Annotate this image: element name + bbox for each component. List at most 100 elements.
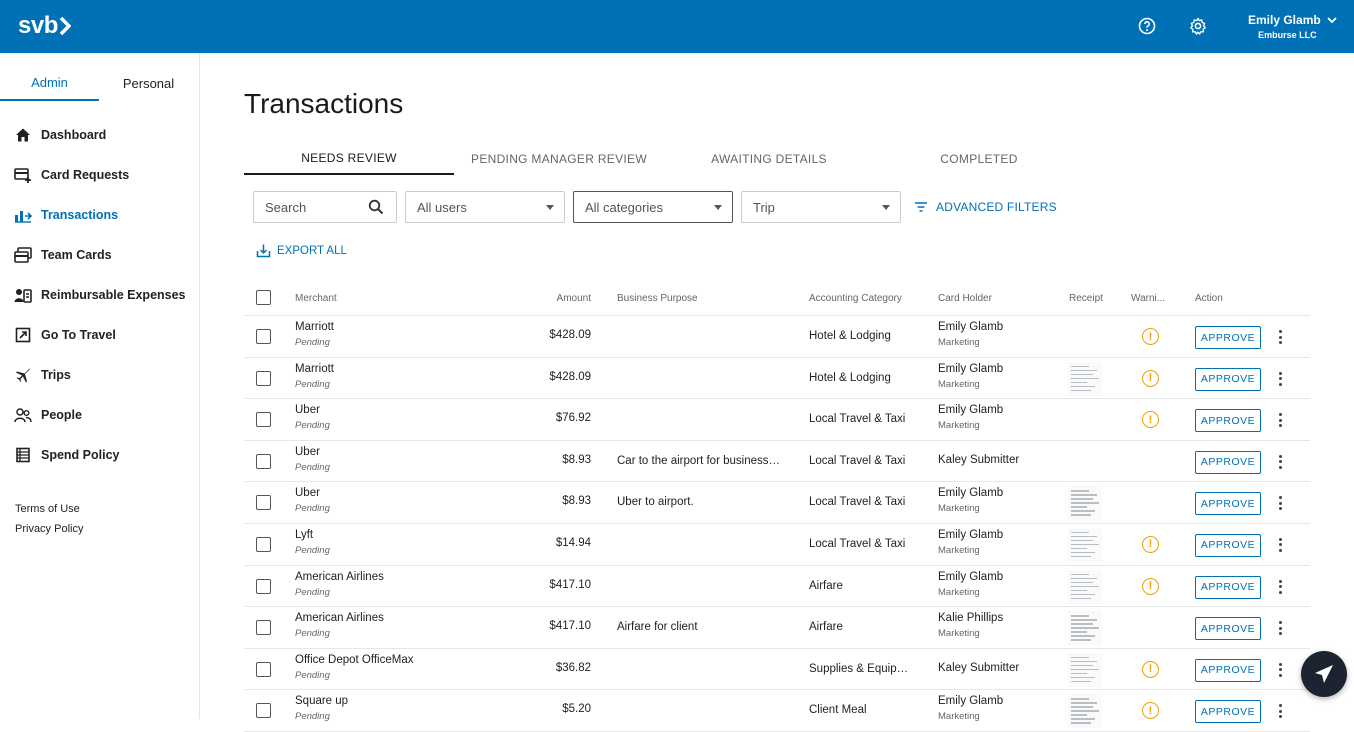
more-options-icon[interactable]: [1274, 703, 1286, 719]
privacy-link[interactable]: Privacy Policy: [15, 523, 199, 535]
more-options-icon[interactable]: [1274, 662, 1286, 678]
receipt-thumbnail[interactable]: [1068, 361, 1102, 396]
chat-launcher-button[interactable]: [1301, 651, 1347, 697]
row-checkbox[interactable]: [256, 412, 271, 428]
tab-pending-manager-review[interactable]: PENDING MANAGER REVIEW: [454, 143, 664, 175]
col-accounting-category[interactable]: Accounting Category: [809, 293, 902, 304]
tab-personal[interactable]: Personal: [99, 53, 198, 101]
table-row[interactable]: American Airlines Pending $417.10 Airfare f…: [244, 607, 1310, 649]
sidebar-item-transactions[interactable]: Transactions: [0, 195, 199, 235]
approve-button[interactable]: APPROVE: [1195, 326, 1261, 349]
table-row[interactable]: Office Depot OfficeMax Pending $36.82 Suppl…: [244, 649, 1310, 691]
approve-button[interactable]: APPROVE: [1195, 617, 1261, 641]
receipt-thumbnail[interactable]: [1068, 652, 1102, 687]
table-row[interactable]: Uber Pending $8.93 Car to the airport for b…: [244, 441, 1310, 483]
sidebar-item-label: Spend Policy: [41, 448, 120, 462]
sidebar-item-reimbursable-expenses[interactable]: Reimbursable Expenses: [0, 275, 199, 315]
sidebar-item-dashboard[interactable]: Dashboard: [0, 115, 199, 155]
row-checkbox[interactable]: [256, 536, 271, 552]
approve-button[interactable]: APPROVE: [1195, 492, 1261, 516]
search-icon[interactable]: [368, 199, 384, 215]
transaction-status: Pending: [295, 420, 330, 432]
sidebar-item-go-to-travel[interactable]: Go To Travel: [0, 315, 199, 355]
table-row[interactable]: Lyft Pending $14.94 Local Travel & Taxi Emil…: [244, 524, 1310, 566]
users-select[interactable]: All users: [405, 191, 565, 223]
row-checkbox[interactable]: [256, 578, 271, 594]
approve-button[interactable]: APPROVE: [1195, 575, 1261, 599]
row-checkbox[interactable]: [256, 329, 271, 344]
card-holder-department: Marketing: [938, 378, 980, 390]
more-options-icon[interactable]: [1274, 495, 1286, 511]
table-row[interactable]: American Airlines Pending $417.10 Airfare Em…: [244, 566, 1310, 608]
svb-logo[interactable]: svb: [18, 12, 71, 40]
row-checkbox[interactable]: [256, 453, 271, 469]
accounting-category: Local Travel & Taxi: [809, 496, 906, 509]
select-all-checkbox[interactable]: [256, 290, 271, 305]
transaction-status: Pending: [295, 669, 330, 681]
table-row[interactable]: Marriott Pending $428.09 Hotel & Lodging Emi…: [244, 358, 1310, 400]
tab-awaiting-details[interactable]: AWAITING DETAILS: [664, 143, 874, 175]
table-row[interactable]: Uber Pending $8.93 Uber to airport. Local Tr…: [244, 482, 1310, 524]
col-warnings[interactable]: Warni...: [1131, 293, 1165, 304]
warning-icon[interactable]: !: [1142, 411, 1159, 429]
warning-icon[interactable]: !: [1142, 328, 1159, 345]
transaction-status: Pending: [295, 378, 330, 390]
warning-icon[interactable]: !: [1142, 577, 1159, 595]
table-row[interactable]: Uber Pending $76.92 Local Travel & Taxi Emil…: [244, 399, 1310, 441]
advanced-filters-button[interactable]: ADVANCED FILTERS: [914, 191, 1057, 223]
col-card-holder[interactable]: Card Holder: [938, 293, 992, 304]
row-checkbox[interactable]: [256, 620, 271, 636]
more-options-icon[interactable]: [1274, 412, 1286, 428]
approve-button[interactable]: APPROVE: [1195, 450, 1261, 474]
col-business-purpose[interactable]: Business Purpose: [617, 293, 698, 304]
row-checkbox[interactable]: [256, 495, 271, 511]
more-options-icon[interactable]: [1274, 579, 1286, 595]
approve-button[interactable]: APPROVE: [1195, 658, 1261, 682]
sidebar-item-trips[interactable]: Trips: [0, 355, 199, 395]
export-all-button[interactable]: EXPORT ALL: [256, 243, 347, 258]
user-menu[interactable]: Emily Glamb Emburse LLC: [1248, 13, 1337, 40]
receipt-thumbnail[interactable]: [1068, 527, 1102, 562]
col-merchant[interactable]: Merchant: [295, 293, 337, 304]
tab-admin[interactable]: Admin: [0, 53, 99, 101]
approve-button[interactable]: APPROVE: [1195, 409, 1261, 433]
sidebar-item-spend-policy[interactable]: Spend Policy: [0, 435, 199, 475]
table-row[interactable]: Marriott Pending $428.09 Hotel & Lodging Emi…: [244, 316, 1310, 358]
col-receipt[interactable]: Receipt: [1069, 293, 1103, 304]
warning-icon[interactable]: !: [1142, 702, 1159, 720]
receipt-thumbnail[interactable]: [1068, 694, 1102, 729]
accounting-category: Hotel & Lodging: [809, 371, 891, 384]
sidebar-item-card-requests[interactable]: Card Requests: [0, 155, 199, 195]
more-options-icon[interactable]: [1274, 329, 1286, 345]
more-options-icon[interactable]: [1274, 537, 1286, 553]
warning-icon[interactable]: !: [1142, 369, 1159, 387]
more-options-icon[interactable]: [1274, 371, 1286, 387]
row-checkbox[interactable]: [256, 661, 271, 677]
tab-needs-review[interactable]: NEEDS REVIEW: [244, 143, 454, 175]
merchant-name: Square up: [295, 695, 349, 708]
approve-button[interactable]: APPROVE: [1195, 533, 1261, 557]
warning-icon[interactable]: !: [1142, 660, 1159, 678]
col-amount[interactable]: Amount: [557, 293, 591, 304]
sidebar-item-people[interactable]: People: [0, 395, 199, 435]
more-options-icon[interactable]: [1274, 620, 1286, 636]
help-icon[interactable]: [1137, 16, 1157, 36]
receipt-thumbnail[interactable]: [1068, 611, 1102, 646]
advanced-filters-label: ADVANCED FILTERS: [936, 200, 1057, 214]
table-row[interactable]: Square up Pending $5.20 Client Meal Emily Gl…: [244, 690, 1310, 732]
sidebar-item-team-cards[interactable]: Team Cards: [0, 235, 199, 275]
approve-button[interactable]: APPROVE: [1195, 367, 1261, 391]
warning-icon[interactable]: !: [1142, 535, 1159, 553]
gear-icon[interactable]: [1188, 16, 1208, 36]
trip-select[interactable]: Trip: [741, 191, 901, 223]
row-checkbox[interactable]: [256, 370, 271, 386]
search-input[interactable]: Search: [253, 191, 397, 223]
terms-link[interactable]: Terms of Use: [15, 503, 199, 515]
tab-completed[interactable]: COMPLETED: [874, 143, 1084, 175]
receipt-thumbnail[interactable]: [1068, 569, 1102, 604]
row-checkbox[interactable]: [256, 703, 271, 719]
more-options-icon[interactable]: [1274, 454, 1286, 470]
categories-select[interactable]: All categories: [573, 191, 733, 223]
receipt-thumbnail[interactable]: [1068, 486, 1102, 521]
approve-button[interactable]: APPROVE: [1195, 700, 1261, 724]
